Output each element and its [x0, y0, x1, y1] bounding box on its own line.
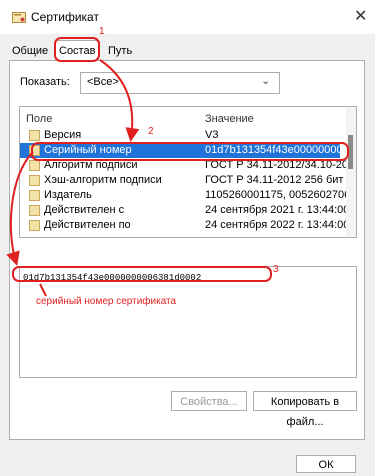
certificate-dialog: Сертификат ✕ Общие Состав Путь сертифика… [0, 0, 375, 476]
arrow-row-to-value [6, 151, 34, 266]
arrow-tab-to-row [99, 59, 140, 142]
arrow-caption-to-value [39, 283, 47, 297]
annotation-arrows [6, 59, 140, 297]
